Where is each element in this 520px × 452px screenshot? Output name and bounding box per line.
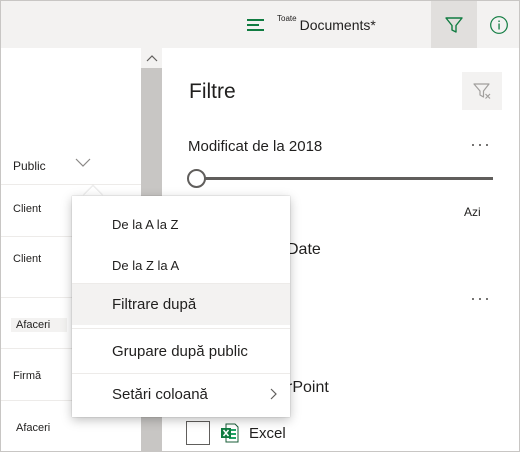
clear-filters-button[interactable] xyxy=(462,72,502,110)
excel-label: Excel xyxy=(249,424,286,442)
info-button[interactable] xyxy=(485,11,512,38)
row-divider xyxy=(1,184,141,185)
menu-item-filter-by[interactable]: Filtrare după xyxy=(72,284,290,325)
menu-item-column-settings[interactable]: Setări coloană xyxy=(72,376,290,414)
filter-label-date: Date xyxy=(287,241,321,258)
clear-filter-icon xyxy=(473,83,491,99)
chevron-right-icon xyxy=(270,388,277,400)
command-bar: Toate Documents* xyxy=(1,1,519,48)
menu-item-sort-z-a[interactable]: De la Z la A xyxy=(72,248,290,284)
app-window: Toate Documents* Public Client Client Af… xyxy=(0,0,520,452)
menu-item-label: Grupare după public xyxy=(112,343,248,360)
column-context-menu: De la A la Z De la Z la A Filtrare după … xyxy=(72,196,290,417)
excel-checkbox[interactable] xyxy=(186,421,210,445)
menu-divider xyxy=(72,328,290,329)
column-header-label: Public xyxy=(13,159,46,173)
more-options-icon[interactable]: ··· xyxy=(470,288,491,309)
filter-option-excel[interactable]: Excel xyxy=(186,420,286,446)
view-prefix: Toate xyxy=(277,13,297,23)
excel-icon xyxy=(221,423,239,443)
cell-text: Firmă xyxy=(13,370,42,382)
pane-title: Filtre xyxy=(189,80,236,103)
modified-filter-label: Modificat de la 2018 xyxy=(188,138,323,155)
slider-end-label: Azi xyxy=(464,205,481,219)
view-lines-icon xyxy=(247,18,267,32)
view-switcher[interactable]: Toate Documents* xyxy=(247,9,376,41)
date-slider-track[interactable] xyxy=(196,177,493,180)
scroll-up-button[interactable] xyxy=(141,48,162,68)
menu-divider xyxy=(72,373,290,374)
menu-item-group-by[interactable]: Grupare după public xyxy=(72,332,290,372)
column-header-public[interactable]: Public xyxy=(1,148,141,184)
date-slider-thumb[interactable] xyxy=(187,169,206,188)
filter-pane-button[interactable] xyxy=(431,1,477,48)
filter-icon xyxy=(445,16,463,33)
menu-item-sort-a-z[interactable]: De la A la Z xyxy=(72,208,290,242)
view-name: Documents* xyxy=(299,17,376,33)
cell-text: Client xyxy=(13,253,42,265)
menu-item-label: De la Z la A xyxy=(112,258,180,273)
menu-item-label: De la A la Z xyxy=(112,217,179,232)
chevron-down-icon[interactable] xyxy=(75,158,91,168)
chevron-up-icon xyxy=(146,55,157,62)
info-icon xyxy=(489,15,508,34)
menu-item-label: Setări coloană xyxy=(112,386,208,403)
cell-text: Client xyxy=(13,203,42,215)
filter-option-powerpoint: rPoint xyxy=(287,379,329,396)
cell-text: Afaceri xyxy=(16,319,51,331)
cell-text: Afaceri xyxy=(16,422,51,434)
more-options-icon[interactable]: ··· xyxy=(470,134,491,155)
menu-item-label: Filtrare după xyxy=(112,296,197,313)
